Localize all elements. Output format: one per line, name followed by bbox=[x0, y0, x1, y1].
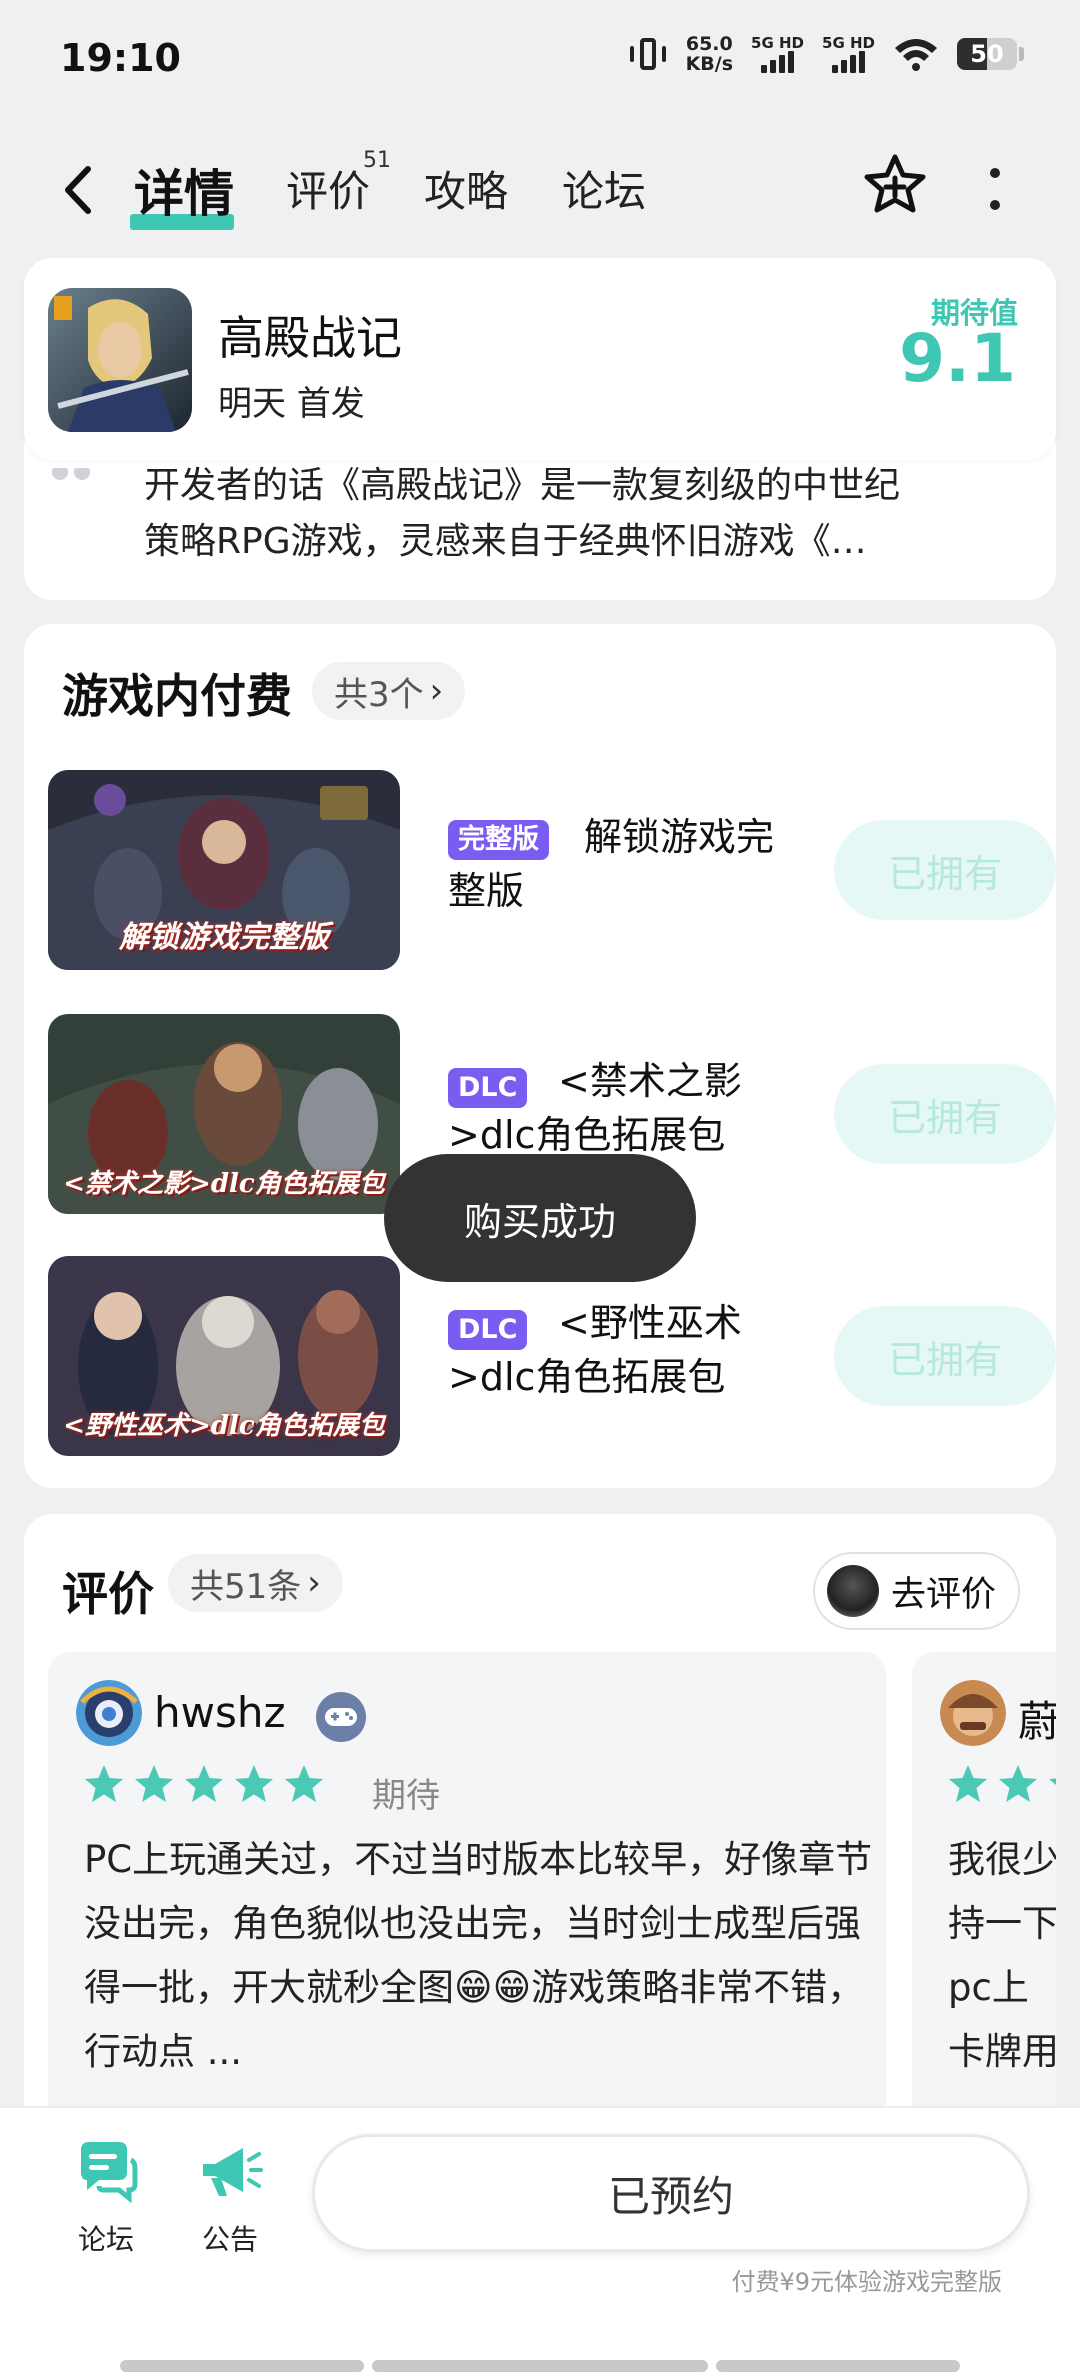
tab-guides[interactable]: 攻略 bbox=[424, 158, 508, 219]
vibrate-icon bbox=[628, 34, 668, 74]
rating-stars bbox=[82, 1762, 326, 1806]
signal-bars-icon bbox=[761, 51, 795, 73]
iap-thumbnail: 解锁游戏完整版 bbox=[48, 770, 400, 970]
review-status: 期待 bbox=[372, 1776, 440, 1816]
bottom-nav-forum[interactable]: 论坛 bbox=[56, 2138, 156, 2258]
iap-thumbnail-caption: <禁术之影>dlc角色拓展包 bbox=[63, 1169, 385, 1199]
bottom-action-bar: 论坛 公告 已预约 付费¥9元体验游戏完整版 bbox=[0, 2106, 1080, 2376]
review-text-line: 持一下 bbox=[948, 1902, 1056, 1945]
favorite-star-icon[interactable] bbox=[862, 152, 928, 218]
star-icon bbox=[85, 1765, 123, 1802]
star-icon bbox=[1049, 1778, 1056, 1802]
review-text-line: 我很少 bbox=[948, 1838, 1056, 1881]
wifi-icon bbox=[895, 39, 937, 71]
gamepad-icon bbox=[316, 1692, 366, 1742]
iap-title: <禁术之影>dlc角色拓展包 bbox=[448, 1059, 742, 1157]
iap-title: <野性巫术>dlc角色拓展包 bbox=[448, 1301, 742, 1399]
bottom-nav-notice-label: 公告 bbox=[201, 2223, 258, 2256]
nav-bar-segment bbox=[372, 2360, 708, 2372]
reviews-count-link[interactable]: 共51条 › bbox=[168, 1554, 343, 1612]
signal-sim2: 5G HD bbox=[822, 35, 875, 73]
review-text: PC上玩通关过，不过当时版本比较早，好像章节没出完，角色貌似也没出完，当时剑士成… bbox=[84, 1838, 873, 2073]
description-line: 开发者的话《高殿战记》是一款复刻级的中世纪 bbox=[144, 465, 901, 506]
nav-bar-segment bbox=[716, 2360, 960, 2372]
signal-bars-icon bbox=[832, 51, 865, 73]
iap-section-title: 游戏内付费 bbox=[62, 669, 292, 723]
reserved-button[interactable]: 已预约 bbox=[312, 2134, 1030, 2252]
star-icon bbox=[235, 1765, 273, 1802]
review-username[interactable]: hwshz bbox=[154, 1688, 286, 1737]
iap-thumbnail-caption: 解锁游戏完整版 bbox=[119, 920, 329, 955]
write-review-button[interactable]: 去评价 bbox=[812, 1552, 1020, 1630]
write-review-label: 去评价 bbox=[890, 1574, 996, 1615]
network-speed-unit: KB/s bbox=[685, 53, 734, 75]
owned-button[interactable]: 已拥有 bbox=[834, 820, 1056, 920]
status-bar: 19:10 65.0 KB/s 5G HD 5G HD 50 bbox=[0, 0, 1080, 118]
star-icon bbox=[949, 1765, 987, 1802]
tab-forum[interactable]: 论坛 bbox=[562, 158, 646, 219]
chevron-right-icon: › bbox=[429, 671, 444, 711]
iap-thumbnail-caption: <野性巫术>dlc角色拓展包 bbox=[63, 1411, 385, 1441]
user-avatar bbox=[826, 1565, 879, 1617]
iap-count: 共3个 bbox=[334, 674, 424, 715]
sim2-label: 5G HD bbox=[822, 34, 875, 52]
status-indicators: 65.0 KB/s 5G HD 5G HD 50 bbox=[628, 34, 1024, 74]
star-icon bbox=[135, 1765, 173, 1802]
forum-chat-icon bbox=[81, 2142, 138, 2204]
iap-item[interactable]: 解锁游戏完整版 完整版 解锁游戏完整版 已拥有 bbox=[48, 770, 1056, 970]
more-options-icon[interactable] bbox=[980, 164, 1010, 214]
iap-thumbnail: <禁术之影>dlc角色拓展包 bbox=[48, 1014, 400, 1214]
review-text: 我很少 持一下 pc上 卡牌用 bbox=[948, 1828, 1056, 2084]
in-game-purchase-card: 游戏内付费 共3个 › 解锁游戏完整版 完整版 解锁游戏完整版 已拥有 <禁术之… bbox=[24, 624, 1056, 1488]
owned-button[interactable]: 已拥有 bbox=[834, 1306, 1056, 1406]
iap-thumbnail: <野性巫术>dlc角色拓展包 bbox=[48, 1256, 400, 1456]
avatar[interactable] bbox=[76, 1680, 142, 1746]
sim1-label: 5G HD bbox=[751, 34, 805, 52]
purchase-success-toast: 购买成功 bbox=[384, 1154, 696, 1282]
star-icon bbox=[285, 1765, 323, 1802]
reviews-section-title: 评价 bbox=[62, 1567, 154, 1621]
review-username[interactable]: 蔚 bbox=[1018, 1688, 1056, 1749]
game-release-date: 明天 首发 bbox=[218, 384, 365, 424]
battery-icon: 50 bbox=[957, 38, 1024, 70]
back-button[interactable] bbox=[52, 162, 102, 218]
promo-note: 付费¥9元体验游戏完整版 bbox=[731, 2268, 1002, 2296]
star-icon bbox=[999, 1765, 1037, 1802]
iap-item[interactable]: <野性巫术>dlc角色拓展包 DLC <野性巫术>dlc角色拓展包 已拥有 bbox=[48, 1256, 1056, 1456]
description-line: 策略RPG游戏，灵感来自于经典怀旧游戏《… bbox=[144, 521, 867, 562]
iap-title: 解锁游戏完整版 bbox=[448, 815, 775, 913]
network-speed-value: 65.0 bbox=[685, 33, 733, 55]
status-time: 19:10 bbox=[60, 36, 181, 80]
tab-header: 详情 评价 51 攻略 论坛 bbox=[0, 118, 1080, 256]
game-icon bbox=[48, 288, 192, 432]
review-text-line: 卡牌用 bbox=[948, 2030, 1056, 2073]
chevron-right-icon: › bbox=[307, 1563, 321, 1603]
iap-count-link[interactable]: 共3个 › bbox=[312, 662, 466, 720]
avatar[interactable] bbox=[940, 1680, 1006, 1746]
review-item[interactable]: hwshz 期待 PC上玩通关过，不过当时版本比较早，好像章节没出完，角色貌似也… bbox=[48, 1652, 886, 2172]
tab-details[interactable]: 详情 bbox=[134, 154, 234, 226]
back-arrow-icon bbox=[65, 166, 91, 214]
expectation-score: 9.1 bbox=[899, 320, 1016, 397]
network-speed: 65.0 KB/s bbox=[686, 34, 733, 74]
tab-reviews[interactable]: 评价 bbox=[286, 158, 370, 219]
signal-sim1: 5G HD bbox=[751, 35, 804, 73]
rating-stars bbox=[946, 1762, 1056, 1806]
bottom-nav-notice[interactable]: 公告 bbox=[180, 2138, 280, 2258]
nav-bar-segment bbox=[120, 2360, 364, 2372]
reviews-count: 共51条 bbox=[190, 1566, 302, 1607]
quote-icon bbox=[52, 468, 90, 480]
game-name: 高殿战记 bbox=[218, 311, 402, 365]
star-icon bbox=[185, 1765, 223, 1802]
owned-button[interactable]: 已拥有 bbox=[834, 1064, 1056, 1164]
game-info-card[interactable]: 高殿战记 明天 首发 期待值 9.1 bbox=[24, 258, 1056, 460]
review-item[interactable]: 蔚 我很少 持一下 pc上 卡牌用 bbox=[912, 1652, 1056, 2172]
review-text-line: pc上 bbox=[948, 1966, 1029, 2009]
tab-reviews-badge: 51 bbox=[363, 148, 391, 173]
megaphone-icon bbox=[203, 2148, 263, 2196]
battery-percent: 50 bbox=[970, 40, 1004, 68]
bottom-nav-forum-label: 论坛 bbox=[77, 2223, 134, 2256]
